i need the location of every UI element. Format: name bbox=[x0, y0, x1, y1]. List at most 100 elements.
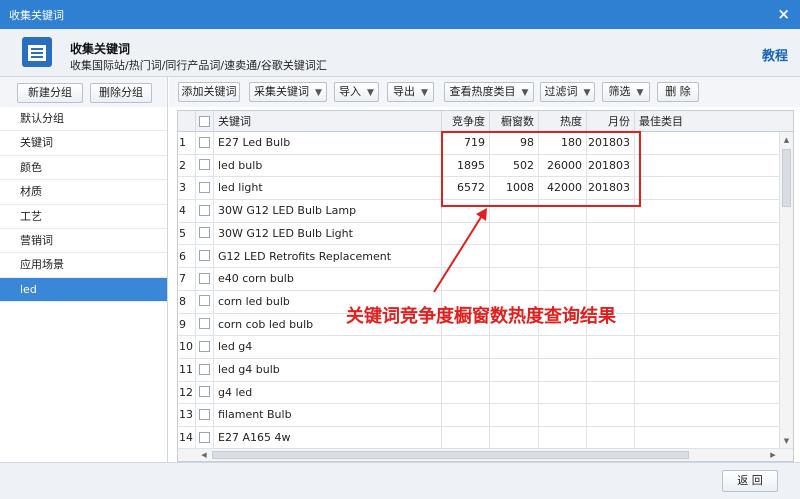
row-checkbox[interactable] bbox=[196, 245, 214, 269]
row-checkbox[interactable] bbox=[196, 154, 214, 178]
group-item-default[interactable]: 默认分组 bbox=[0, 107, 167, 132]
collect-keyword-dropdown[interactable]: 采集关键词 ▼ bbox=[249, 82, 327, 102]
row-checkbox[interactable] bbox=[196, 313, 214, 337]
checkbox-icon[interactable] bbox=[199, 115, 210, 127]
scroll-left-icon[interactable]: ◀ bbox=[198, 449, 210, 461]
check-category-dropdown[interactable]: 查看热度类目 ▼ bbox=[444, 82, 534, 102]
header-showcase[interactable]: 橱窗数 bbox=[490, 111, 539, 132]
header-keyword[interactable]: 关键词 bbox=[214, 111, 442, 132]
checkbox-icon[interactable] bbox=[199, 340, 210, 352]
best-category-cell bbox=[635, 359, 781, 382]
row-checkbox[interactable] bbox=[196, 336, 214, 359]
keyword-cell[interactable]: 30W G12 LED Bulb Light bbox=[214, 222, 442, 246]
add-keyword-button[interactable]: 添加关键词 bbox=[178, 82, 240, 102]
keyword-cell[interactable]: 30W G12 LED Bulb Lamp bbox=[214, 200, 442, 223]
checkbox-icon[interactable] bbox=[199, 181, 210, 193]
group-item-craft[interactable]: 工艺 bbox=[0, 205, 167, 229]
row-checkbox[interactable] bbox=[196, 268, 214, 291]
header-competition[interactable]: 竞争度 bbox=[442, 111, 490, 132]
checkbox-icon[interactable] bbox=[199, 136, 210, 148]
best-category-cell bbox=[635, 154, 781, 178]
heat-cell bbox=[539, 268, 587, 291]
row-checkbox[interactable] bbox=[196, 200, 214, 223]
checkbox-icon[interactable] bbox=[199, 431, 210, 443]
delete-label: 删 除 bbox=[665, 85, 691, 98]
row-checkbox[interactable] bbox=[196, 427, 214, 450]
competition-cell bbox=[442, 222, 490, 246]
heat-cell bbox=[539, 427, 587, 450]
app-header: 收集关键词 收集国际站/热门词/同行产品词/速卖通/谷歌关键词汇 教程 bbox=[0, 29, 800, 77]
export-dropdown[interactable]: 导出 ▼ bbox=[387, 82, 434, 102]
competition-cell: 1895 bbox=[442, 154, 490, 178]
row-checkbox[interactable] bbox=[196, 359, 214, 382]
keyword-cell[interactable]: G12 LED Retrofits Replacement bbox=[214, 245, 442, 269]
group-item-color[interactable]: 颜色 bbox=[0, 156, 167, 181]
competition-cell bbox=[442, 336, 490, 359]
header-month[interactable]: 月份 bbox=[587, 111, 635, 132]
keyword-cell[interactable]: led light bbox=[214, 177, 442, 201]
group-item-marketing[interactable]: 营销词 bbox=[0, 229, 167, 254]
header-select-all[interactable] bbox=[196, 111, 214, 132]
checkbox-icon[interactable] bbox=[199, 272, 210, 284]
checkbox-icon[interactable] bbox=[199, 318, 210, 330]
checkbox-icon[interactable] bbox=[199, 408, 210, 420]
competition-cell bbox=[442, 200, 490, 223]
vertical-scroll-thumb[interactable] bbox=[782, 149, 791, 207]
heat-cell bbox=[539, 245, 587, 269]
row-checkbox[interactable] bbox=[196, 404, 214, 428]
group-item-led[interactable]: led bbox=[0, 277, 167, 303]
new-group-button[interactable]: 新建分组 bbox=[17, 83, 83, 103]
row-checkbox[interactable] bbox=[196, 222, 214, 246]
delete-group-button[interactable]: 删除分组 bbox=[90, 83, 152, 103]
row-number: 9 bbox=[178, 313, 196, 337]
chevron-down-icon: ▼ bbox=[367, 88, 374, 98]
screen-dropdown[interactable]: 筛选 ▼ bbox=[602, 82, 650, 102]
checkbox-icon[interactable] bbox=[199, 227, 210, 239]
checkbox-icon[interactable] bbox=[199, 250, 210, 261]
back-button[interactable]: 返 回 bbox=[722, 470, 778, 492]
delete-button[interactable]: 删 除 bbox=[657, 82, 699, 102]
row-number: 5 bbox=[178, 222, 196, 246]
horizontal-scrollbar[interactable]: ◀ ▶ bbox=[178, 448, 793, 461]
scroll-right-icon[interactable]: ▶ bbox=[767, 449, 779, 461]
scroll-down-icon[interactable]: ▼ bbox=[782, 435, 791, 447]
checkbox-icon[interactable] bbox=[199, 386, 210, 398]
horizontal-scroll-thumb[interactable] bbox=[212, 451, 689, 459]
header-best-category[interactable]: 最佳类目 bbox=[635, 111, 781, 132]
close-icon[interactable]: × bbox=[777, 5, 790, 23]
import-dropdown[interactable]: 导入 ▼ bbox=[334, 82, 379, 102]
heat-cell bbox=[539, 381, 587, 405]
row-checkbox[interactable] bbox=[196, 290, 214, 314]
month-cell bbox=[587, 359, 635, 382]
group-item-material[interactable]: 材质 bbox=[0, 180, 167, 205]
row-number: 14 bbox=[178, 427, 196, 450]
row-checkbox[interactable] bbox=[196, 381, 214, 405]
screen-label: 筛选 bbox=[608, 85, 631, 98]
vertical-scrollbar[interactable]: ▲ ▼ bbox=[779, 132, 793, 449]
month-cell bbox=[587, 336, 635, 359]
tutorial-link[interactable]: 教程 bbox=[762, 45, 788, 64]
keyword-cell[interactable]: led bulb bbox=[214, 154, 442, 178]
keyword-cell[interactable]: E27 Led Bulb bbox=[214, 132, 442, 155]
group-item-keywords[interactable]: 关键词 bbox=[0, 131, 167, 156]
keyword-cell[interactable]: led g4 bbox=[214, 336, 442, 359]
app-subtitle: 收集国际站/热门词/同行产品词/速卖通/谷歌关键词汇 bbox=[70, 59, 327, 72]
showcase-cell bbox=[490, 381, 539, 405]
keyword-cell[interactable]: filament Bulb bbox=[214, 404, 442, 428]
row-checkbox[interactable] bbox=[196, 132, 214, 155]
competition-cell bbox=[442, 381, 490, 405]
header-heat[interactable]: 热度 bbox=[539, 111, 587, 132]
checkbox-icon[interactable] bbox=[199, 295, 210, 307]
row-checkbox[interactable] bbox=[196, 177, 214, 201]
group-item-scenario[interactable]: 应用场景 bbox=[0, 253, 167, 278]
checkbox-icon[interactable] bbox=[199, 159, 210, 171]
checkbox-icon[interactable] bbox=[199, 204, 210, 216]
row-number: 4 bbox=[178, 200, 196, 223]
keyword-cell[interactable]: led g4 bulb bbox=[214, 359, 442, 382]
keyword-cell[interactable]: E27 A165 4w bbox=[214, 427, 442, 450]
filter-words-dropdown[interactable]: 过滤词 ▼ bbox=[540, 82, 595, 102]
checkbox-icon[interactable] bbox=[199, 363, 210, 375]
scroll-up-icon[interactable]: ▲ bbox=[782, 134, 791, 146]
keyword-cell[interactable]: g4 led bbox=[214, 381, 442, 405]
keyword-cell[interactable]: e40 corn bulb bbox=[214, 268, 442, 291]
